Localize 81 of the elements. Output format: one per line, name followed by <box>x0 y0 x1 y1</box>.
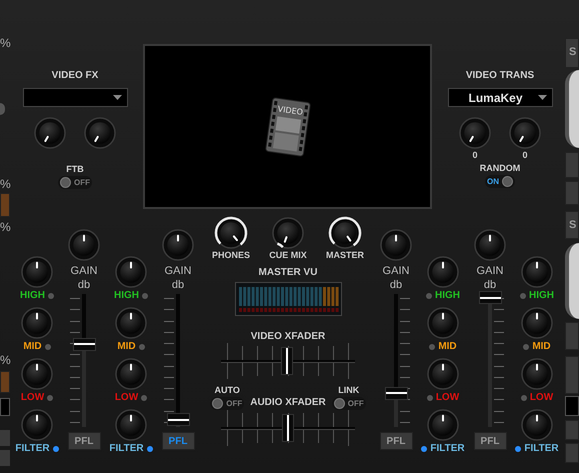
gain-unit: db <box>172 278 184 292</box>
toggle-switch[interactable]: ON <box>485 175 515 188</box>
video-trans-dropdown[interactable]: LumaKey <box>448 88 552 107</box>
jog-wheel-edge[interactable] <box>565 70 579 148</box>
knob[interactable] <box>214 216 248 250</box>
gain-label: GAIN <box>382 264 410 278</box>
toggle-label: AUTO <box>214 385 240 396</box>
gain-unit: db <box>78 278 90 292</box>
deck-button[interactable] <box>565 181 579 205</box>
deck-button[interactable] <box>565 420 579 440</box>
knob-label: FILTER <box>524 442 559 456</box>
knob[interactable] <box>271 216 305 250</box>
knob-label: CUE MIX <box>269 250 307 261</box>
gain-label: GAIN <box>476 264 504 278</box>
section-label: VIDEO XFADER <box>250 331 326 343</box>
pfl-button[interactable]: PFL <box>380 432 412 450</box>
section-label: MASTER VU <box>258 267 318 279</box>
deck-button[interactable] <box>565 152 579 178</box>
panel-button[interactable] <box>0 430 10 446</box>
knob-label: HIGH <box>114 289 139 303</box>
display-box <box>0 398 10 416</box>
section-label: VIDEO FX <box>52 70 98 82</box>
pfl-button[interactable]: PFL <box>68 432 100 450</box>
knob-label: MID <box>438 340 457 354</box>
fader-thumb[interactable] <box>73 338 96 351</box>
knob-label: MID <box>23 340 42 354</box>
knob-label: MID <box>532 340 551 354</box>
toggle-switch[interactable]: OFF <box>58 176 92 189</box>
fader-thumb[interactable] <box>479 291 502 304</box>
knob-label: LOW <box>20 391 44 405</box>
toggle-label: FTB <box>66 164 84 175</box>
dropdown-arrow-icon <box>538 95 546 100</box>
knob-label: LOW <box>114 391 138 405</box>
knob-label: MID <box>117 340 136 354</box>
toggle-label: LINK <box>338 385 360 396</box>
deck-button[interactable]: S <box>565 211 579 239</box>
pfl-button[interactable]: PFL <box>162 432 194 450</box>
section-label: AUDIO XFADER <box>250 397 326 409</box>
display-box <box>565 396 579 416</box>
fader-thumb[interactable] <box>385 386 408 400</box>
deck-button[interactable] <box>0 193 10 217</box>
dropdown-arrow-icon <box>112 95 122 100</box>
crossfader-thumb[interactable] <box>282 414 294 442</box>
deck-button[interactable] <box>0 371 10 393</box>
video-fx-dropdown[interactable] <box>22 88 128 107</box>
knob[interactable] <box>328 216 362 250</box>
section-label: VIDEO TRANS <box>466 70 534 82</box>
knob-label: HIGH <box>435 289 460 303</box>
fader-thumb[interactable] <box>167 413 190 426</box>
toggle-switch[interactable]: OFF <box>210 397 244 410</box>
gain-unit: db <box>484 278 496 292</box>
knob-label: HIGH <box>529 289 554 303</box>
knob-label: LOW <box>530 391 554 405</box>
crossfader-thumb[interactable] <box>280 347 293 375</box>
knob-label: MASTER <box>326 250 364 261</box>
knob-label: PHONES <box>212 250 250 261</box>
gain-label: GAIN <box>70 264 98 278</box>
gain-label: GAIN <box>164 264 192 278</box>
percent-text: % <box>0 221 11 234</box>
gain-unit: db <box>390 278 402 292</box>
knob-label: LOW <box>436 391 460 405</box>
percent-text: % <box>0 37 11 50</box>
panel-button[interactable] <box>0 450 10 466</box>
percent-text: % <box>0 354 11 367</box>
deck-button[interactable]: S <box>565 38 579 68</box>
percent-text: % <box>0 178 11 191</box>
deck-button[interactable] <box>565 322 579 350</box>
toggle-switch[interactable]: OFF <box>332 397 366 410</box>
knob-label: HIGH <box>20 289 45 303</box>
toggle-label: RANDOM <box>480 163 520 174</box>
knob-reading: 0 <box>522 150 528 161</box>
pfl-button[interactable]: PFL <box>474 432 506 450</box>
jog-wheel-edge[interactable] <box>565 243 579 319</box>
knob-label: FILTER <box>109 442 144 456</box>
knob-label: FILTER <box>430 442 465 456</box>
deck-button[interactable] <box>565 443 579 463</box>
knob-edge[interactable] <box>0 103 5 115</box>
knob-label: FILTER <box>15 442 50 456</box>
deck-button[interactable] <box>565 356 579 394</box>
icon-caption: VIDEO <box>276 104 303 116</box>
knob-reading: 0 <box>472 150 478 161</box>
